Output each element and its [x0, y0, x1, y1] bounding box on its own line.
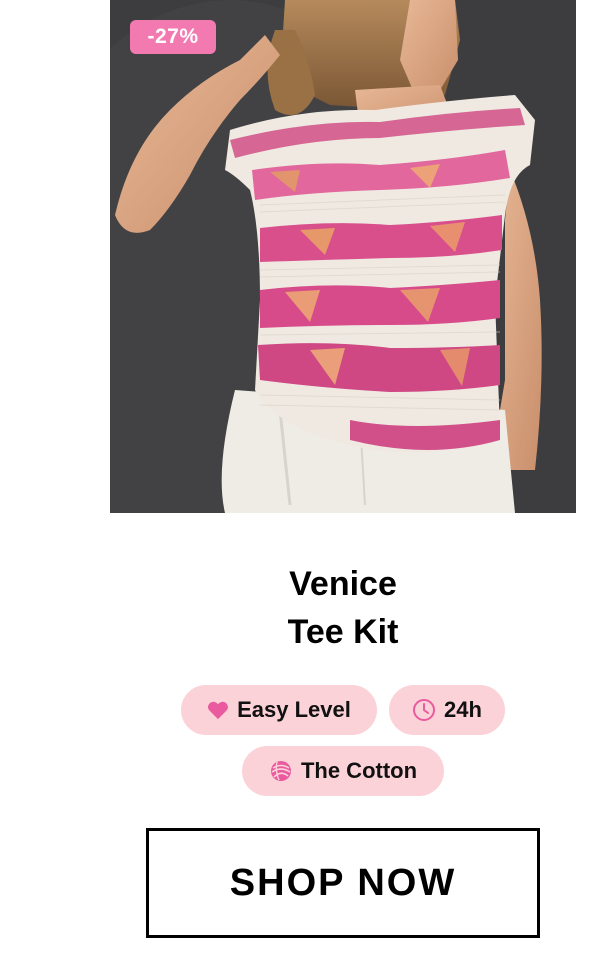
clock-icon — [412, 698, 436, 722]
skill-level-tag: Easy Level — [181, 685, 377, 735]
heart-icon — [207, 700, 229, 720]
product-title-line-1: Venice — [289, 565, 397, 603]
product-image[interactable] — [110, 0, 576, 513]
yarn-label: The Cotton — [300, 758, 418, 783]
skill-level-label: Easy Level — [237, 697, 351, 722]
product-title[interactable]: Venice Tee Kit — [200, 560, 486, 656]
time-tag: 24h — [389, 685, 505, 735]
time-label: 24h — [444, 697, 482, 722]
product-card: -27% Venice Tee Kit Easy Level 24h The C… — [0, 0, 600, 960]
yarn-tag: The Cotton — [242, 746, 444, 796]
yarn-ball-icon — [269, 759, 293, 783]
discount-badge: -27% — [130, 20, 216, 54]
knitted-tee-illustration — [110, 0, 576, 513]
product-title-line-2: Tee Kit — [287, 613, 399, 651]
shop-now-button[interactable]: SHOP NOW — [146, 828, 540, 938]
